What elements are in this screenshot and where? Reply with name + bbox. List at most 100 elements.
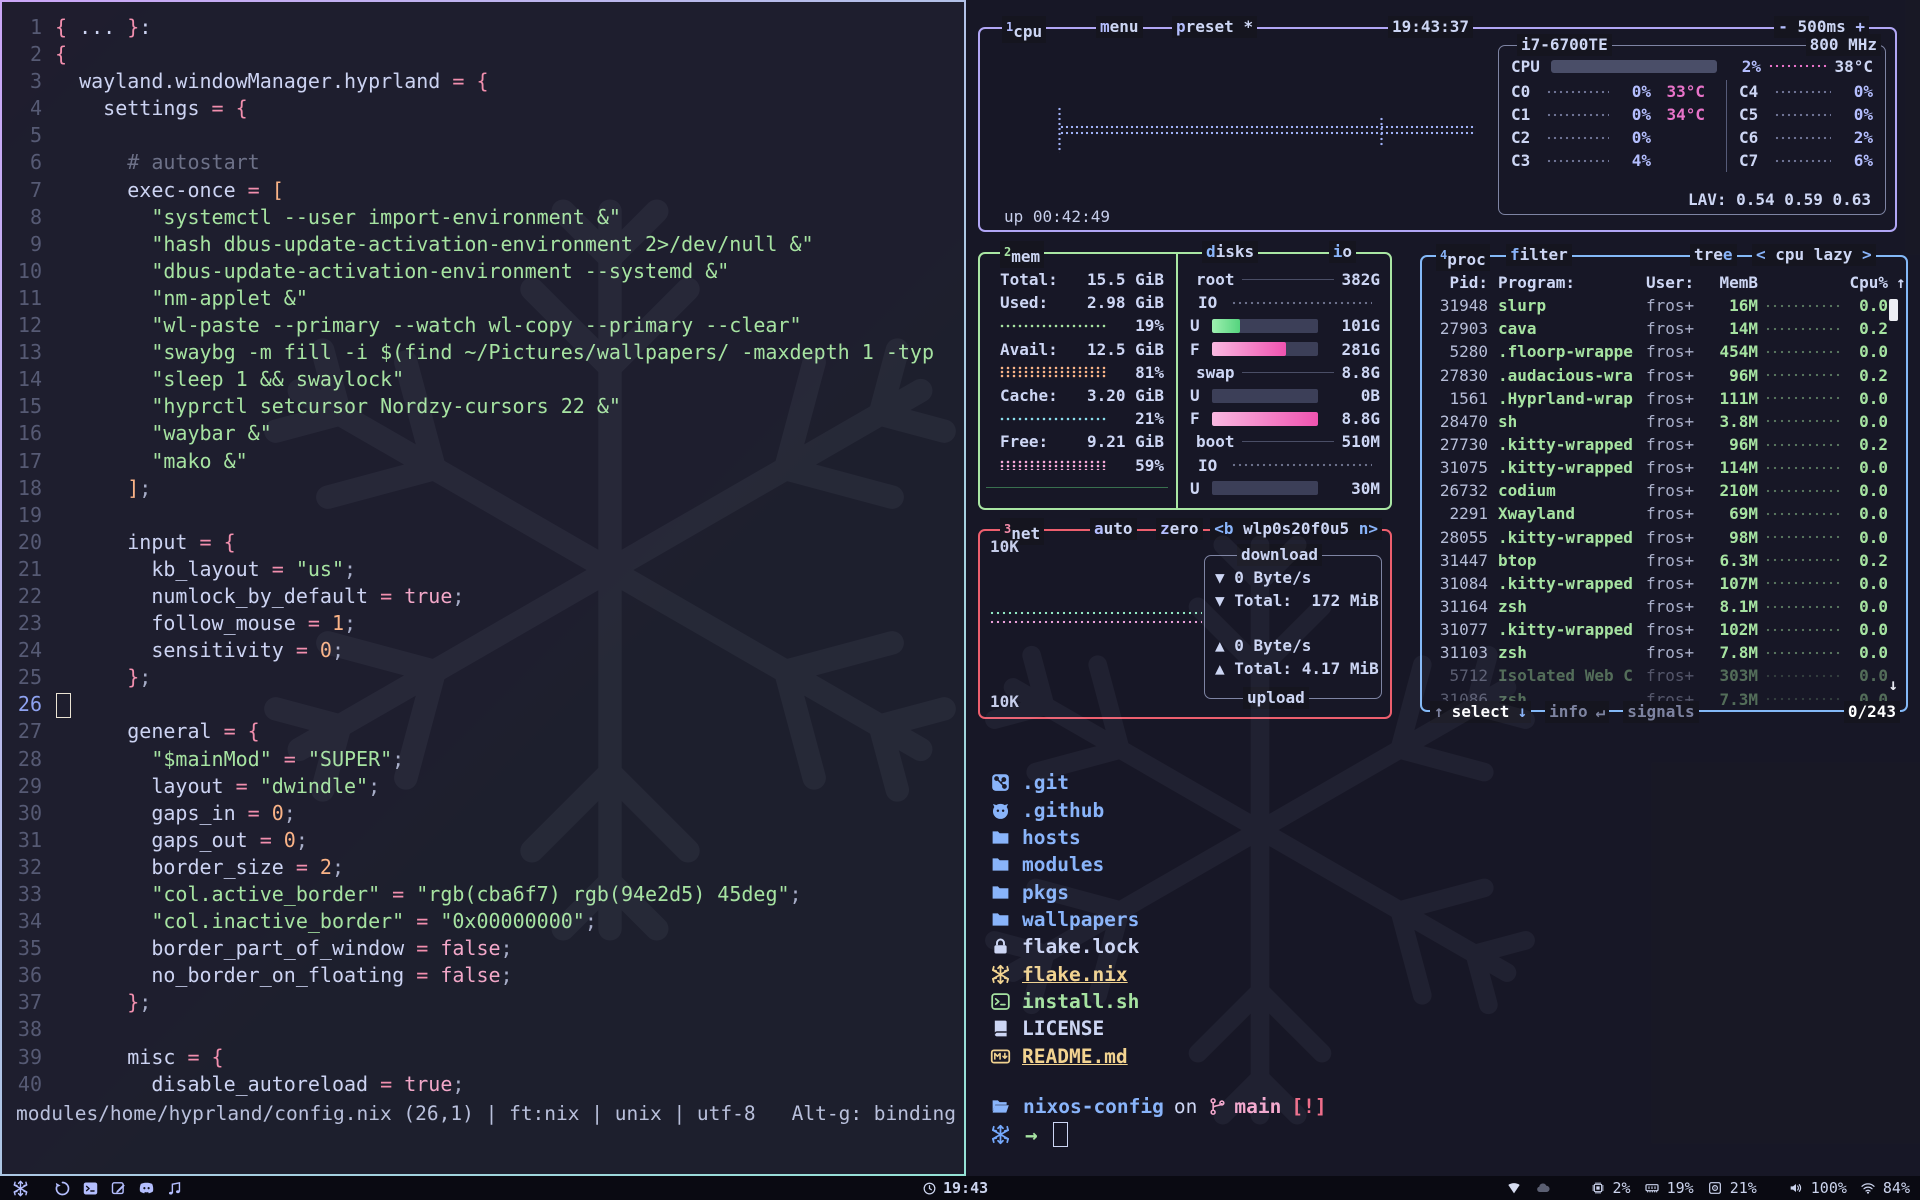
- indicator-volume[interactable]: 100%: [1788, 1179, 1847, 1197]
- app-terminal[interactable]: [82, 1180, 99, 1197]
- indicator-disk[interactable]: 21%: [1707, 1179, 1757, 1197]
- proc-tree-toggle[interactable]: tree: [1690, 244, 1737, 266]
- code-line[interactable]: 36 no_border_on_floating = false;: [2, 962, 964, 989]
- code-line[interactable]: 32 border_size = 2;: [2, 854, 964, 881]
- app-firefox[interactable]: [54, 1180, 71, 1197]
- process-row[interactable]: 31164 zsh fros+ 8.1M 0.0: [1422, 595, 1906, 618]
- process-row[interactable]: 27730 .kitty-wrapped fros+ 96M 0.2: [1422, 433, 1906, 456]
- code-line[interactable]: 40 disable_autoreload = true;: [2, 1071, 964, 1098]
- process-row[interactable]: 27903 cava fros+ 14M 0.2: [1422, 317, 1906, 340]
- taskbar-clock[interactable]: 19:43: [922, 1179, 988, 1197]
- menu-button[interactable]: menu: [1096, 16, 1143, 38]
- code-line[interactable]: 5: [2, 122, 964, 149]
- code-line[interactable]: 12 "wl-paste --primary --watch wl-copy -…: [2, 312, 964, 339]
- process-row[interactable]: 31103 zsh fros+ 7.8M 0.0: [1422, 641, 1906, 664]
- terminal-window[interactable]: .git .github hosts modules: [966, 745, 1920, 1176]
- code-line[interactable]: 9 "hash dbus-update-activation-environme…: [2, 231, 964, 258]
- code-line[interactable]: 22 numlock_by_default = true;: [2, 583, 964, 610]
- code-line[interactable]: 10 "dbus-update-activation-environment -…: [2, 258, 964, 285]
- code-line[interactable]: 6 # autostart: [2, 149, 964, 176]
- process-row[interactable]: 2291 Xwayland fros+ 69M 0.0: [1422, 502, 1906, 525]
- process-cpu-graph: [1766, 466, 1842, 470]
- code-line[interactable]: 14 "sleep 1 && swaylock": [2, 366, 964, 393]
- code-line[interactable]: 17 "mako &": [2, 448, 964, 475]
- code-line[interactable]: 37 };: [2, 989, 964, 1016]
- code-line[interactable]: 34 "col.inactive_border" = "0x00000000";: [2, 908, 964, 935]
- preset-button[interactable]: preset *: [1172, 16, 1257, 38]
- file-icon: [990, 991, 1022, 1012]
- code-line[interactable]: 18 ];: [2, 475, 964, 502]
- process-row[interactable]: 26732 codium fros+ 210M 0.0: [1422, 479, 1906, 502]
- process-mem: 96M: [1700, 435, 1758, 454]
- app-nix-launcher[interactable]: [12, 1180, 29, 1197]
- disks-toggle[interactable]: disks: [1202, 241, 1258, 263]
- code-line[interactable]: 7 exec-once = [: [2, 177, 964, 204]
- code-line[interactable]: 28 "$mainMod" = "SUPER";: [2, 746, 964, 773]
- code-line[interactable]: 20 input = {: [2, 529, 964, 556]
- code-line[interactable]: 27 general = {: [2, 718, 964, 745]
- code-line[interactable]: 13 "swaybg -m fill -i $(find ~/Pictures/…: [2, 339, 964, 366]
- proc-header-row: Pid: Program: User: MemB Cpu% ↑: [1422, 271, 1906, 294]
- code-line[interactable]: 2 {: [2, 41, 964, 68]
- indicator-memory[interactable]: 19%: [1644, 1179, 1694, 1197]
- process-row[interactable]: 1561 .Hyprland-wrap fros+ 111M 0.0: [1422, 387, 1906, 410]
- code-line[interactable]: 29 layout = "dwindle";: [2, 773, 964, 800]
- process-user: fros+: [1646, 504, 1700, 523]
- process-row[interactable]: 5280 .floorp-wrappe fros+ 454M 0.0: [1422, 340, 1906, 363]
- app-music[interactable]: [166, 1180, 183, 1197]
- process-row[interactable]: 31084 .kitty-wrapped fros+ 107M 0.0: [1422, 572, 1906, 595]
- net-zero-toggle[interactable]: zero: [1156, 518, 1203, 540]
- code-line[interactable]: 15 "hyprctl setcursor Nordzy-cursors 22 …: [2, 393, 964, 420]
- code-line[interactable]: 31 gaps_out = 0;: [2, 827, 964, 854]
- process-row[interactable]: 28470 sh fros+ 3.8M 0.0: [1422, 410, 1906, 433]
- tray-network-icon[interactable]: [1506, 1180, 1522, 1196]
- signals-hint[interactable]: signals: [1623, 701, 1698, 723]
- indicator-wifi[interactable]: 84%: [1860, 1179, 1910, 1197]
- code-line[interactable]: 19: [2, 502, 964, 529]
- proc-scrollbar-thumb[interactable]: [1889, 299, 1898, 321]
- code-line[interactable]: 35 border_part_of_window = false;: [2, 935, 964, 962]
- process-row[interactable]: 31075 .kitty-wrapped fros+ 114M 0.0: [1422, 456, 1906, 479]
- tray-cloud-icon[interactable]: [1535, 1180, 1551, 1196]
- code-line[interactable]: 23 follow_mouse = 1;: [2, 610, 964, 637]
- code-line[interactable]: 30 gaps_in = 0;: [2, 800, 964, 827]
- process-list[interactable]: 31948 slurp fros+ 16M 0.0 27903 cava fro…: [1422, 294, 1906, 711]
- shell-prompt-input[interactable]: →: [990, 1121, 1068, 1148]
- code-line[interactable]: 26: [2, 691, 964, 718]
- net-auto-toggle[interactable]: auto: [1090, 518, 1137, 540]
- cpu-panel-title[interactable]: 1cpu: [1002, 16, 1046, 43]
- process-row[interactable]: 28055 .kitty-wrapped fros+ 98M 0.0: [1422, 526, 1906, 549]
- code-line[interactable]: 16 "waybar &": [2, 420, 964, 447]
- select-hint[interactable]: select: [1448, 701, 1514, 723]
- code-area[interactable]: 1 { ... }: 2 { 3 wayland.windowManager.h…: [2, 14, 964, 1098]
- indicator-cpu[interactable]: 2%: [1590, 1179, 1631, 1197]
- process-row[interactable]: 31077 .kitty-wrapped fros+ 102M 0.0: [1422, 618, 1906, 641]
- info-hint[interactable]: info: [1545, 701, 1592, 723]
- app-notes[interactable]: [110, 1180, 127, 1197]
- code-line[interactable]: 8 "systemctl --user import-environment &…: [2, 204, 964, 231]
- file-name: flake.lock: [1022, 935, 1139, 958]
- code-line[interactable]: 39 misc = {: [2, 1044, 964, 1071]
- code-line[interactable]: 3 wayland.windowManager.hyprland = {: [2, 68, 964, 95]
- code-line[interactable]: 4 settings = {: [2, 95, 964, 122]
- scroll-down-icon[interactable]: ↓: [1888, 675, 1898, 694]
- sort-direction-arrow[interactable]: ↑: [1896, 273, 1906, 292]
- code-line[interactable]: 1 { ... }:: [2, 14, 964, 41]
- code-line[interactable]: 11 "nm-applet &": [2, 285, 964, 312]
- proc-panel-title[interactable]: 4proc: [1436, 244, 1490, 271]
- net-interface-switcher[interactable]: <b wlp0s20f0u5 n>: [1210, 518, 1382, 540]
- code-line[interactable]: 21 kb_layout = "us";: [2, 556, 964, 583]
- app-discord[interactable]: [138, 1180, 155, 1197]
- code-line[interactable]: 24 sensitivity = 0;: [2, 637, 964, 664]
- io-mode-toggle[interactable]: io: [1329, 241, 1356, 263]
- process-row[interactable]: 31948 slurp fros+ 16M 0.0: [1422, 294, 1906, 317]
- process-row[interactable]: 31447 btop fros+ 6.3M 0.2: [1422, 549, 1906, 572]
- proc-sort-selector[interactable]: < cpu lazy >: [1752, 244, 1876, 266]
- code-line[interactable]: 33 "col.active_border" = "rgb(cba6f7) rg…: [2, 881, 964, 908]
- code-line[interactable]: 25 };: [2, 664, 964, 691]
- line-text: wayland.windowManager.hyprland = {: [55, 68, 488, 95]
- process-row[interactable]: 27830 .audacious-wra fros+ 96M 0.2: [1422, 364, 1906, 387]
- code-line[interactable]: 38: [2, 1016, 964, 1043]
- proc-filter-button[interactable]: filter: [1506, 244, 1572, 266]
- process-row[interactable]: 5712 Isolated Web C fros+ 303M 0.0: [1422, 664, 1906, 687]
